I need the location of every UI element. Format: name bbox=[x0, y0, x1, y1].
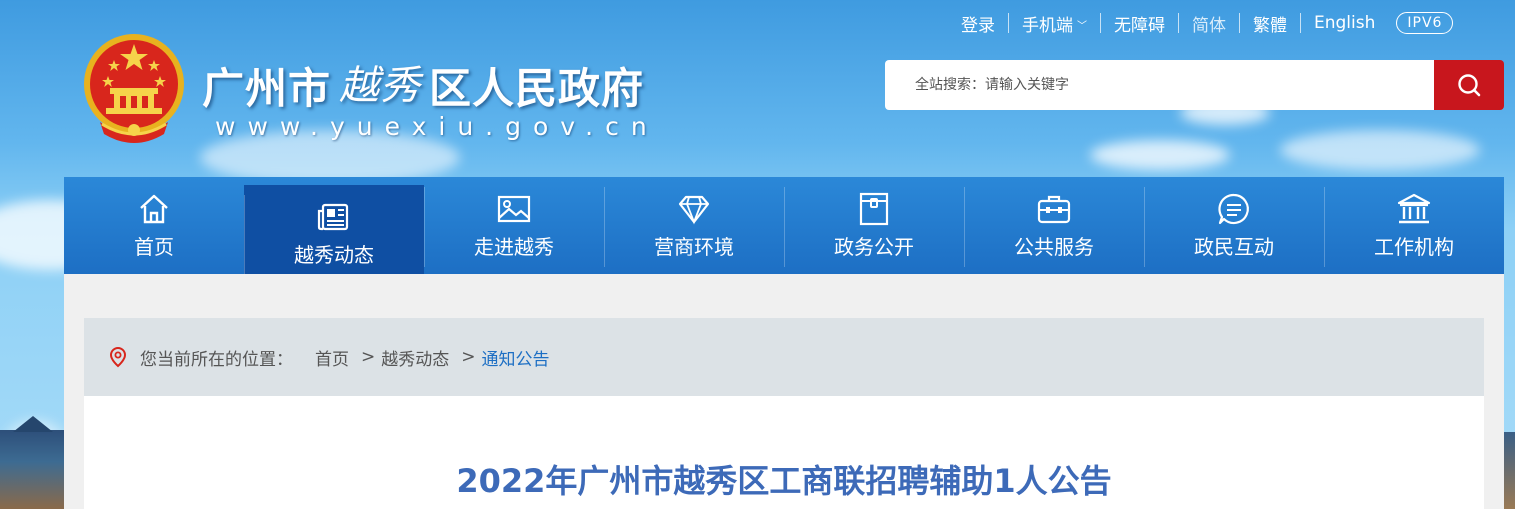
english-link[interactable]: English bbox=[1301, 13, 1388, 33]
picture-icon bbox=[497, 195, 531, 223]
mobile-link[interactable]: 手机端 ﹀ bbox=[1009, 11, 1100, 36]
nav-item-institutions[interactable]: 工作机构 bbox=[1324, 177, 1504, 274]
cloud-decoration bbox=[1280, 130, 1480, 170]
site-title-calligraphy: 越秀 bbox=[339, 63, 422, 109]
nav-item-government-affairs[interactable]: 政务公开 bbox=[784, 177, 964, 274]
main-content: 您当前所在的位置： 首页 > 越秀动态 > 通知公告 2022年广州市越秀区工商… bbox=[64, 274, 1504, 509]
document-icon bbox=[859, 192, 889, 226]
nav-label: 首页 bbox=[134, 235, 174, 259]
breadcrumb-separator: > bbox=[361, 347, 376, 367]
cloud-decoration bbox=[1090, 140, 1230, 170]
home-icon bbox=[140, 194, 168, 224]
building-decoration bbox=[0, 430, 64, 509]
building-decoration bbox=[1503, 432, 1515, 509]
nav-label: 越秀动态 bbox=[294, 243, 374, 267]
site-title-part2: 区人民政府 bbox=[429, 64, 645, 113]
site-url: www.yuexiu.gov.cn bbox=[215, 112, 659, 141]
search-input[interactable] bbox=[885, 60, 1434, 110]
main-navigation: 首页 越秀动态 走进越秀 营商环境 政务公开 公共服务 政民互动 工作机构 bbox=[64, 177, 1504, 290]
traditional-chinese-link[interactable]: 繁體 bbox=[1240, 11, 1300, 36]
nav-item-business-environment[interactable]: 营商环境 bbox=[604, 177, 784, 274]
breadcrumb-current-link[interactable]: 通知公告 bbox=[482, 345, 550, 370]
mobile-label: 手机端 bbox=[1022, 15, 1073, 36]
search-button[interactable] bbox=[1434, 60, 1504, 110]
search-icon bbox=[1458, 74, 1481, 97]
national-emblem-logo[interactable] bbox=[80, 30, 188, 146]
article-title: 2022年广州市越秀区工商联招聘辅助1人公告 bbox=[456, 462, 1112, 500]
nav-label: 公共服务 bbox=[1014, 235, 1094, 259]
ipv6-badge[interactable]: IPV6 bbox=[1396, 12, 1454, 34]
breadcrumb-section-link[interactable]: 越秀动态 bbox=[381, 345, 449, 370]
article-panel: 2022年广州市越秀区工商联招聘辅助1人公告 bbox=[84, 396, 1484, 509]
institution-icon bbox=[1397, 193, 1431, 224]
chevron-down-icon: ﹀ bbox=[1077, 20, 1087, 32]
simplified-chinese-link[interactable]: 简体 bbox=[1179, 11, 1239, 36]
briefcase-icon bbox=[1037, 195, 1071, 224]
breadcrumb: 您当前所在的位置： 首页 > 越秀动态 > 通知公告 bbox=[84, 318, 1484, 396]
accessibility-link[interactable]: 无障碍 bbox=[1101, 11, 1178, 36]
nav-item-home[interactable]: 首页 bbox=[64, 177, 244, 274]
newspaper-icon bbox=[317, 203, 349, 231]
nav-label: 工作机构 bbox=[1374, 235, 1454, 259]
diamond-icon bbox=[678, 195, 710, 225]
nav-label: 营商环境 bbox=[654, 235, 734, 259]
breadcrumb-prefix: 您当前所在的位置： bbox=[140, 349, 293, 370]
site-title-part1: 广州市 bbox=[202, 64, 332, 113]
location-pin-icon bbox=[109, 346, 127, 368]
login-link[interactable]: 登录 bbox=[948, 11, 1008, 36]
site-title[interactable]: 广州市 越秀 区人民政府 bbox=[202, 55, 644, 116]
nav-label: 政民互动 bbox=[1194, 235, 1274, 259]
nav-item-about-yuexiu[interactable]: 走进越秀 bbox=[424, 177, 604, 274]
nav-label: 政务公开 bbox=[834, 235, 914, 259]
chat-icon bbox=[1218, 193, 1249, 225]
nav-item-public-interaction[interactable]: 政民互动 bbox=[1144, 177, 1324, 274]
breadcrumb-separator: > bbox=[461, 347, 476, 367]
nav-item-public-services[interactable]: 公共服务 bbox=[964, 177, 1144, 274]
search-box bbox=[885, 60, 1504, 110]
breadcrumb-home-link[interactable]: 首页 bbox=[315, 345, 349, 370]
top-links-bar: 登录 手机端 ﹀ 无障碍 简体 繁體 English IPV6 bbox=[948, 10, 1454, 36]
nav-label: 走进越秀 bbox=[474, 235, 554, 259]
